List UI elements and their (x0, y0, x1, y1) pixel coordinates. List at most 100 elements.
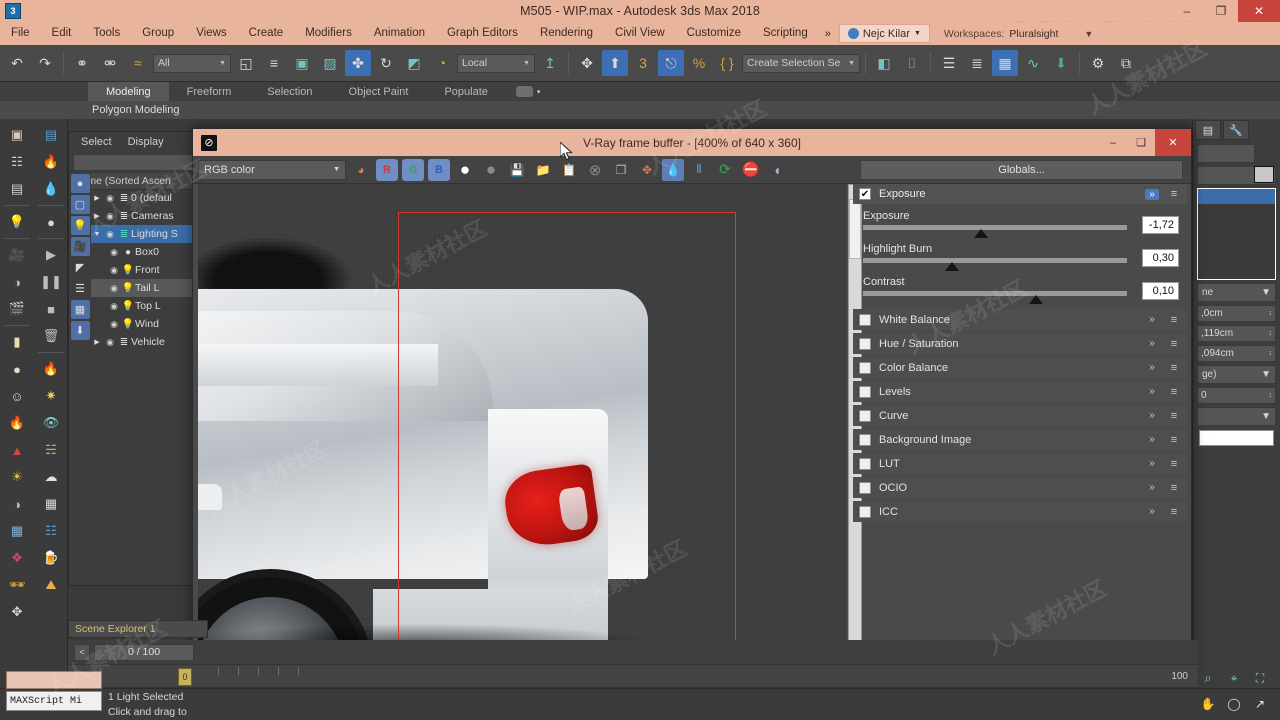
snap-2d3d-icon[interactable]: ⬆ (602, 50, 628, 76)
extra-dropdown[interactable]: ▼ (1197, 407, 1276, 426)
vfb-close-button[interactable]: ✕ (1155, 129, 1191, 156)
effect-row-color-balance[interactable]: Color Balance » ≡ (853, 357, 1187, 378)
render-frame-window-icon[interactable]: ⧉ (1113, 50, 1139, 76)
spinner-arrows-icon[interactable]: ↕ (1269, 350, 1273, 357)
chevron-down-icon[interactable]: » (1145, 314, 1159, 325)
menu-icon[interactable]: ≡ (1167, 482, 1181, 494)
water-sim-icon[interactable]: ▤ (36, 122, 66, 148)
plane-primitive-icon[interactable]: ▮ (2, 329, 32, 355)
menu-icon[interactable]: ≡ (1167, 314, 1181, 326)
visibility-eye-icon[interactable]: ◉ (103, 229, 117, 240)
scene-explorer-icon[interactable]: ≣ (964, 50, 990, 76)
pause-icon[interactable]: ❚❚ (36, 269, 66, 295)
vfb-minimize-button[interactable]: – (1099, 129, 1127, 156)
fire-sim-icon[interactable]: 🔥 (36, 149, 66, 175)
ocean-icon[interactable]: ☷ (36, 518, 66, 544)
visibility-eye-icon[interactable]: ◉ (107, 265, 121, 276)
video-camera-icon[interactable]: 🎬 (2, 296, 32, 322)
reference-coordinate-dropdown[interactable]: Local ▼ (457, 53, 535, 73)
effect-row-icc[interactable]: ICC » ≡ (853, 501, 1187, 522)
count-spinner[interactable]: 0 ↕ (1197, 387, 1276, 404)
monochrome-icon[interactable]: ● (480, 159, 502, 181)
sun-icon[interactable]: ☀ (2, 464, 32, 490)
tree-row-lighting[interactable]: ▼ ◉ ≣ Lighting S (91, 225, 199, 243)
contrast-slider-track[interactable] (863, 291, 1127, 304)
highlight-burn-slider-track[interactable] (863, 258, 1127, 271)
visibility-eye-icon[interactable]: ◉ (103, 337, 117, 348)
menu-icon[interactable]: ≡ (1167, 506, 1181, 518)
menu-item-scripting[interactable]: Scripting (752, 22, 819, 45)
curve-editor-icon[interactable]: ▦ (992, 50, 1018, 76)
menu-item-file[interactable]: File (0, 22, 41, 45)
align-icon[interactable]: ⌷ (899, 50, 925, 76)
spinner-arrows-icon[interactable]: ↕ (1269, 330, 1273, 337)
channel-select-dropdown[interactable]: RGB color ▼ (198, 159, 346, 180)
menu-item-group[interactable]: Group (131, 22, 185, 45)
color-swatch[interactable] (1254, 166, 1274, 183)
command-panel-list[interactable] (1197, 188, 1276, 280)
expand-arrow-icon[interactable]: ▶ (91, 194, 103, 202)
render-setup-panel-icon[interactable]: ☷ (2, 149, 32, 175)
scene-explorer-search-input[interactable] (73, 154, 195, 171)
pour-icon[interactable]: ⛰ (36, 572, 66, 598)
render-image-viewport[interactable] (198, 184, 846, 669)
chevron-down-icon[interactable]: » (1145, 458, 1159, 469)
snaps-toggle-icon[interactable]: ✥ (574, 50, 600, 76)
visibility-eye-icon[interactable]: ◉ (107, 319, 121, 330)
units-dropdown[interactable]: ge) ▼ (1197, 365, 1276, 384)
name-dropdown[interactable]: ne ▼ (1197, 283, 1276, 302)
ribbon-tab-selection[interactable]: Selection (249, 82, 330, 101)
redo-icon[interactable]: ↷ (32, 50, 58, 76)
ribbon-overflow-dropdown[interactable]: ▾ (515, 82, 540, 101)
save-image-icon[interactable]: 💾 (506, 159, 528, 181)
utilities-tab[interactable]: 🔧 (1223, 120, 1249, 140)
chevron-down-icon[interactable]: » (1145, 338, 1159, 349)
ocio-checkbox[interactable] (859, 481, 871, 494)
effect-row-hue-saturation[interactable]: Hue / Saturation » ≡ (853, 333, 1187, 354)
select-and-link-icon[interactable]: ⚭ (69, 50, 95, 76)
red-channel-icon[interactable]: R (376, 158, 398, 181)
schematic-view-icon[interactable]: ∿ (1020, 50, 1046, 76)
mesh-icon[interactable]: ▦ (36, 491, 66, 517)
select-and-rotate-icon[interactable]: ↻ (373, 50, 399, 76)
tree-row-cameras[interactable]: ▶ ◉ ≣ Cameras (91, 207, 199, 225)
edit-named-selection-icon[interactable]: { } (714, 50, 740, 76)
menu-item-animation[interactable]: Animation (363, 22, 436, 45)
current-frame-field[interactable]: 0 / 100 (94, 643, 194, 661)
effect-row-curve[interactable]: Curve » ≡ (853, 405, 1187, 426)
menu-item-create[interactable]: Create (238, 22, 295, 45)
menu-icon[interactable]: ≡ (1167, 458, 1181, 470)
list-item-selected[interactable] (1198, 189, 1275, 204)
render-start-icon[interactable]: ⟳ (714, 159, 736, 181)
beer-icon[interactable]: 🍺 (36, 545, 66, 571)
menu-icon[interactable]: ≡ (1167, 434, 1181, 446)
load-image-icon[interactable]: 📁 (532, 159, 554, 181)
teapot-primitive-icon[interactable]: ☺ (2, 383, 32, 409)
menu-icon[interactable]: ≡ (1167, 410, 1181, 422)
size-y-spinner[interactable]: ,119cm ↕ (1197, 325, 1276, 342)
select-by-name-icon[interactable]: ≡ (261, 50, 287, 76)
dome-light-icon[interactable]: ◑ (2, 491, 32, 517)
filter-shapes-icon[interactable]: ▢ (70, 195, 90, 214)
tree-row-box0[interactable]: ◉ ● Box0 (91, 243, 199, 261)
rendered-frame-window-icon[interactable]: ▤ (2, 176, 32, 202)
menu-icon[interactable]: ≡ (1167, 386, 1181, 398)
color-balance-checkbox[interactable] (859, 361, 871, 374)
mirror-icon[interactable]: ◧ (871, 50, 897, 76)
previous-frame-button[interactable]: < (74, 643, 90, 661)
material-editor-icon[interactable]: ⬇ (1048, 50, 1074, 76)
menu-item-views[interactable]: Views (185, 22, 237, 45)
selection-filter-dropdown[interactable]: All ▼ (153, 53, 231, 73)
white-balance-checkbox[interactable] (859, 313, 871, 326)
filter-cameras-icon[interactable]: 🎥 (70, 237, 90, 256)
unlink-selection-icon[interactable]: ⚮ (97, 50, 123, 76)
angle-snap-icon[interactable]: 3 (630, 50, 656, 76)
expand-arrow-icon[interactable]: ▶ (91, 338, 103, 346)
menu-item-modifiers[interactable]: Modifiers (294, 22, 363, 45)
menu-item-customize[interactable]: Customize (676, 22, 752, 45)
filter-xrefs-icon[interactable]: ⬇ (70, 321, 90, 340)
menu-icon[interactable]: ≡ (1167, 338, 1181, 350)
filter-helpers-icon[interactable]: ◤ (70, 258, 90, 277)
ribbon-tab-modeling[interactable]: Modeling (88, 82, 169, 101)
placement-tool-icon[interactable]: ◔ (429, 50, 455, 76)
